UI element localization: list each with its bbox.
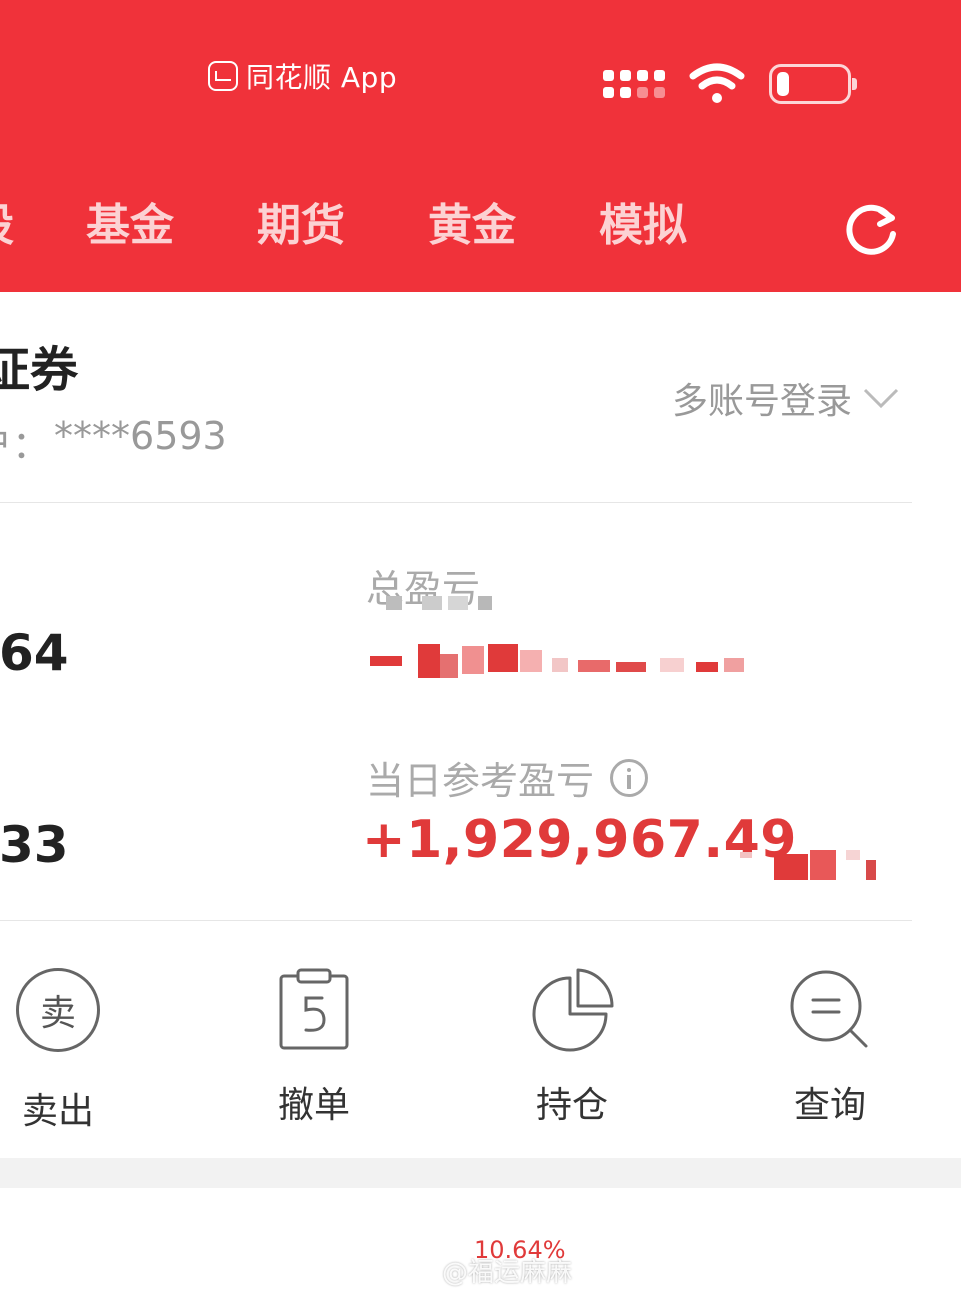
battery-icon: [769, 64, 857, 104]
daily-pnl-label-text: 当日参考盈亏: [366, 759, 595, 803]
trade-page: 同花顺 App 股 基金 期货 黄金 模拟: [0, 0, 961, 1292]
section-separator: [0, 1158, 961, 1188]
tab-futures[interactable]: 期货: [257, 196, 345, 256]
daily-pnl-label: 当日参考盈亏: [366, 750, 649, 805]
positions-button[interactable]: 持仓: [492, 962, 652, 1128]
total-pnl-redacted-value: [370, 640, 750, 680]
multi-account-login[interactable]: 多账号登录: [672, 372, 900, 424]
weibo-watermark: @福运麻麻: [400, 1252, 572, 1289]
clipboard-undo-icon: [279, 968, 349, 1050]
refresh-icon[interactable]: [840, 198, 902, 260]
multi-login-label: 多账号登录: [672, 381, 853, 422]
weibo-logo-icon: [400, 1259, 434, 1284]
tab-bar: 股 基金 期货 黄金 模拟: [0, 196, 961, 256]
cancel-order-button[interactable]: 撤单: [234, 962, 394, 1128]
info-icon[interactable]: [610, 758, 649, 797]
tab-fund[interactable]: 基金: [86, 196, 174, 256]
status-app-name: 同花顺 App: [246, 61, 398, 94]
query-button[interactable]: 查询: [750, 962, 910, 1128]
query-label: 查询: [793, 1085, 866, 1126]
chevron-down-icon: [863, 388, 899, 409]
divider: [0, 920, 912, 921]
market-value: .33: [0, 816, 69, 874]
tab-simulation[interactable]: 模拟: [599, 196, 687, 256]
search-icon: [790, 970, 868, 1048]
cancel-order-label: 撤单: [277, 1085, 350, 1126]
status-app-indicator[interactable]: 同花顺 App: [208, 56, 397, 96]
watermark-text: @福运麻麻: [442, 1258, 573, 1288]
cellular-signal-icon: [603, 70, 665, 98]
sell-button[interactable]: 卖 卖出: [0, 962, 138, 1134]
total-assets-value: .64: [0, 624, 69, 682]
positions-label: 持仓: [535, 1085, 608, 1126]
sell-icon: 卖: [16, 968, 100, 1052]
tab-stock[interactable]: 股: [0, 196, 14, 256]
tab-gold[interactable]: 黄金: [428, 196, 516, 256]
daily-pnl-percent-redacted: [740, 846, 880, 880]
account-id: 户： ****6593: [0, 414, 227, 469]
status-icons: [603, 62, 857, 106]
app-logo-icon: [208, 61, 238, 91]
account-id-label: 户：: [0, 423, 51, 467]
pixelated-redaction: [386, 596, 496, 612]
header-bar: 同花顺 App 股 基金 期货 黄金 模拟: [0, 0, 961, 292]
wifi-icon: [689, 63, 745, 103]
broker-name: 证券: [0, 342, 79, 398]
pie-chart-icon: [532, 968, 614, 1052]
divider: [0, 502, 912, 503]
sell-label: 卖出: [21, 1091, 94, 1132]
daily-pnl-value: +1,929,967.49: [362, 810, 797, 870]
account-id-value: ****6593: [54, 414, 227, 458]
